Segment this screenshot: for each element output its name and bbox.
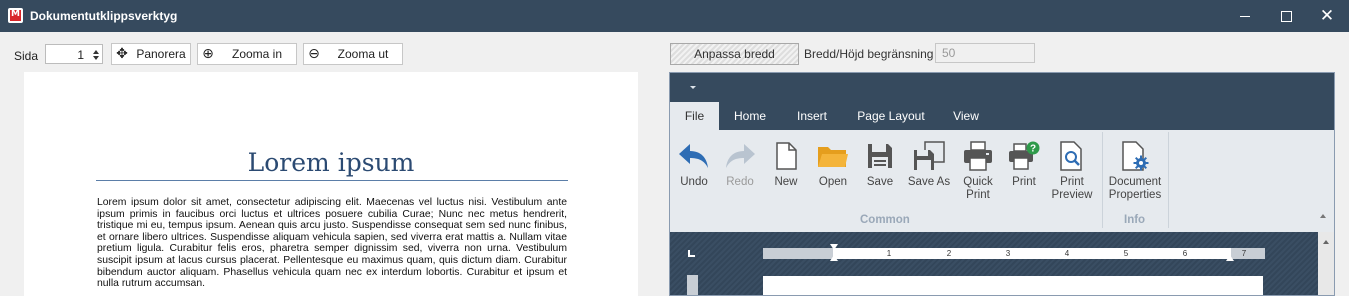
save-as-button[interactable]: Save As — [904, 136, 954, 189]
print-icon: ? — [1004, 136, 1044, 176]
pan-icon: ✥ — [116, 46, 128, 62]
zoom-in-icon: ⊕ — [202, 46, 214, 62]
editor-panel: File Home Insert Page Layout View Undo R… — [669, 72, 1335, 296]
document-properties-button[interactable]: Document Properties — [1106, 136, 1164, 202]
save-button[interactable]: Save — [860, 136, 900, 189]
zoom-out-button[interactable]: ⊖ Zooma ut — [303, 43, 403, 65]
left-indent-marker[interactable] — [830, 255, 838, 261]
print-label: Print — [1012, 176, 1036, 188]
ruler-number: 5 — [1123, 249, 1129, 258]
editor-canvas[interactable]: 1 2 3 4 5 6 7 — [670, 232, 1318, 295]
size-limit-input[interactable]: 50 — [935, 43, 1035, 63]
ribbon: Undo Redo New Open Save Save As Quick Pr… — [670, 130, 1334, 232]
page-number-spinner[interactable]: 1 — [45, 44, 103, 64]
spin-down-icon[interactable] — [93, 56, 99, 60]
pan-label: Panorera — [136, 47, 186, 61]
undo-button[interactable]: Undo — [674, 136, 714, 189]
redo-label: Redo — [726, 176, 754, 188]
print-preview-button[interactable]: Print Preview — [1048, 136, 1096, 202]
ruler-number: 7 — [1241, 249, 1247, 258]
vertical-ruler — [687, 275, 698, 295]
quick-print-label-line2: Print — [966, 189, 990, 201]
document-properties-label-line1: Document — [1108, 176, 1162, 188]
tab-insert[interactable]: Insert — [783, 102, 841, 130]
zoom-in-button[interactable]: ⊕ Zooma in — [197, 43, 297, 65]
title-underline — [96, 180, 568, 181]
print-button[interactable]: ? Print — [1004, 136, 1044, 189]
group-separator — [1168, 132, 1169, 228]
svg-text:?: ? — [1030, 144, 1036, 155]
app-logo-icon: M — [8, 8, 23, 23]
print-preview-icon — [1048, 136, 1096, 176]
minimize-button[interactable] — [1225, 0, 1265, 32]
window-title: Dokumentutklippsverktyg — [30, 9, 178, 23]
page-label: Sida — [14, 49, 39, 63]
page-number-value: 1 — [77, 48, 84, 62]
document-preview[interactable]: Lorem ipsum Lorem ipsum dolor sit amet, … — [24, 72, 638, 296]
size-limit-label: Bredd/Höjd begränsning på — [804, 47, 951, 61]
spin-up-icon[interactable] — [93, 50, 99, 54]
collapse-ribbon-icon[interactable] — [1320, 214, 1326, 218]
tab-stop-selector-icon[interactable] — [688, 250, 695, 257]
document-properties-label-line2: Properties — [1108, 189, 1162, 201]
scroll-up-icon[interactable] — [1323, 240, 1329, 244]
quick-access-dropdown-icon[interactable] — [690, 86, 696, 89]
open-button[interactable]: Open — [812, 136, 854, 189]
new-document-icon — [766, 136, 806, 176]
close-button[interactable]: ✕ — [1307, 0, 1347, 32]
save-as-label: Save As — [907, 176, 951, 188]
group-label-info: Info — [1124, 214, 1146, 226]
open-folder-icon — [812, 136, 854, 176]
document-title: Lorem ipsum — [247, 148, 415, 177]
ruler-number: 3 — [1005, 249, 1011, 258]
zoom-out-icon: ⊖ — [308, 46, 320, 62]
save-icon — [860, 136, 900, 176]
horizontal-ruler[interactable]: 1 2 3 4 5 6 7 — [763, 244, 1265, 261]
zoom-in-label: Zooma in — [231, 47, 283, 61]
redo-button[interactable]: Redo — [720, 136, 760, 189]
quick-print-icon — [956, 136, 1000, 176]
ruler-number: 2 — [946, 249, 952, 258]
document-properties-icon — [1106, 136, 1164, 176]
editor-page[interactable] — [763, 276, 1263, 295]
ruler-number: 6 — [1182, 249, 1188, 258]
tab-home[interactable]: Home — [722, 102, 778, 130]
quick-print-label-line1: Quick — [963, 176, 993, 188]
pan-button[interactable]: ✥ Panorera — [111, 43, 191, 65]
minimize-icon — [1240, 15, 1250, 17]
maximize-icon — [1280, 10, 1292, 22]
app-logo-text: M — [11, 9, 20, 19]
new-label: New — [774, 176, 798, 188]
zoom-out-label: Zooma ut — [337, 47, 389, 61]
tab-page-layout[interactable]: Page Layout — [846, 102, 936, 130]
ruler-number: 1 — [886, 249, 892, 258]
right-indent-marker[interactable] — [1226, 255, 1234, 261]
tab-view[interactable]: View — [940, 102, 992, 130]
title-bar: M Dokumentutklippsverktyg ✕ — [0, 0, 1349, 32]
new-button[interactable]: New — [766, 136, 806, 189]
first-line-indent-marker[interactable] — [830, 244, 838, 250]
maximize-button[interactable] — [1266, 0, 1306, 32]
close-icon: ✕ — [1319, 5, 1335, 26]
open-label: Open — [818, 176, 848, 188]
vertical-scrollbar[interactable] — [1318, 232, 1334, 295]
undo-icon — [674, 136, 714, 176]
fit-width-button[interactable]: Anpassa bredd — [670, 43, 799, 65]
tab-file[interactable]: File — [670, 102, 719, 130]
group-separator — [1102, 132, 1103, 228]
undo-label: Undo — [680, 176, 708, 188]
document-body: Lorem ipsum dolor sit amet, consectetur … — [97, 197, 567, 290]
save-as-icon — [904, 136, 954, 176]
ruler-number: 4 — [1064, 249, 1070, 258]
print-preview-label-line1: Print — [1060, 176, 1084, 188]
print-preview-label-line2: Preview — [1051, 189, 1093, 201]
save-label: Save — [866, 176, 894, 188]
quick-print-button[interactable]: Quick Print — [956, 136, 1000, 202]
group-label-common: Common — [860, 214, 910, 226]
redo-icon — [720, 136, 760, 176]
